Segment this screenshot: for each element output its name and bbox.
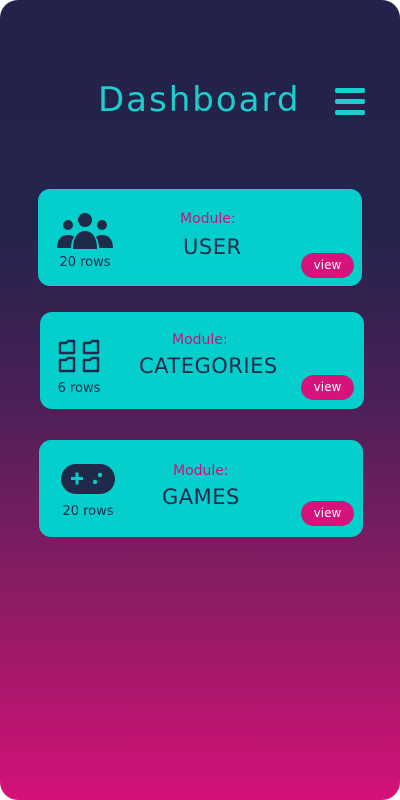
module-card-categories: 6 rows Module: CATEGORIES view <box>40 312 364 409</box>
gamepad-icon <box>61 464 115 494</box>
module-card-user: 20 rows Module: USER view <box>38 189 362 286</box>
module-name: CATEGORIES <box>139 354 278 378</box>
module-label: Module: <box>173 463 229 479</box>
menu-button[interactable] <box>335 88 365 116</box>
dashboard-screen: Dashboard 20 rows Module: USER view 6 ro… <box>0 0 400 800</box>
view-button[interactable]: view <box>301 375 354 400</box>
page-title: Dashboard <box>98 80 301 120</box>
module-label: Module: <box>172 332 228 348</box>
row-count: 6 rows <box>57 381 101 396</box>
hamburger-menu-icon <box>335 88 365 115</box>
users-icon <box>57 213 113 249</box>
module-name: USER <box>183 235 242 259</box>
module-label: Module: <box>180 211 236 227</box>
view-button[interactable]: view <box>301 501 354 526</box>
module-card-games: 20 rows Module: GAMES view <box>39 440 363 537</box>
row-count: 20 rows <box>59 255 111 270</box>
categories-icon <box>58 339 100 373</box>
row-count: 20 rows <box>62 504 114 519</box>
module-name: GAMES <box>162 485 240 509</box>
view-button[interactable]: view <box>301 253 354 278</box>
